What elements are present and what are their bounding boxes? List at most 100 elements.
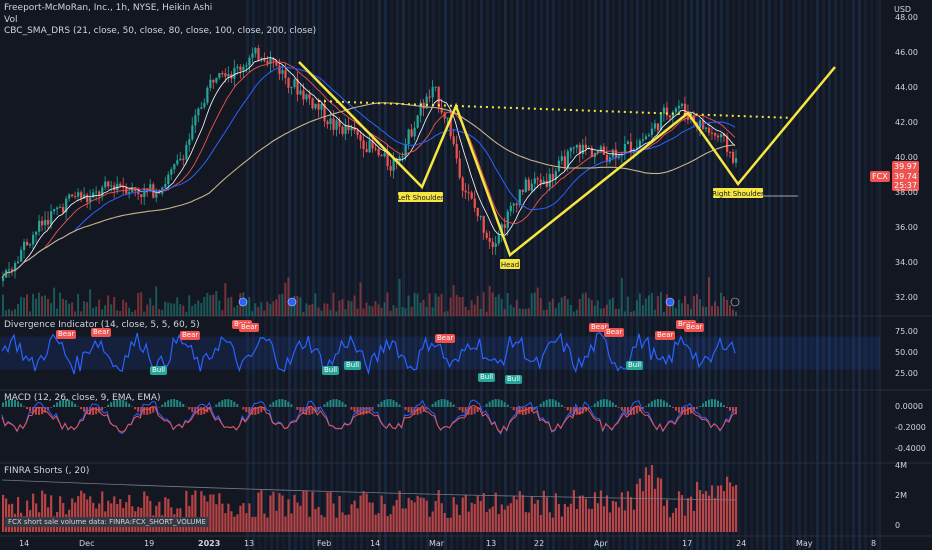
volume-bar (611, 297, 614, 316)
session-band (540, 0, 543, 550)
short-volume-bar (386, 516, 389, 532)
macd-histogram-bar (356, 407, 359, 414)
volume-bar (479, 308, 482, 316)
macd-histogram-bar (95, 407, 98, 415)
volume-bar (452, 285, 455, 316)
time-tick-label: 13 (244, 539, 255, 548)
session-band (654, 0, 657, 550)
short-volume-bar (680, 494, 684, 532)
volume-bar (299, 297, 302, 316)
macd-legend[interactable]: MACD (12, 26, close, 9, EMA, EMA) (4, 393, 161, 403)
short-volume-bar (422, 497, 425, 532)
volume-bar (719, 292, 722, 316)
session-band (828, 0, 831, 550)
short-volume-bar (710, 485, 714, 532)
candle-body (530, 183, 533, 191)
volume-bar (443, 311, 446, 316)
session-band (456, 0, 459, 550)
candle-body (140, 194, 143, 198)
volume-bar (278, 294, 281, 316)
short-volume-bar (557, 504, 560, 532)
short-volume-bar (668, 517, 672, 532)
candle-body (374, 148, 377, 150)
macd-histogram-bar (710, 399, 713, 407)
macd-histogram-bar (662, 400, 665, 407)
finra-tick-label: 2M (895, 491, 907, 500)
volume-bar (542, 309, 545, 316)
volume-bar (113, 296, 116, 316)
short-volume-bar (734, 484, 738, 532)
volume-bar (152, 305, 155, 316)
candle-body (107, 181, 110, 187)
chart-canvas[interactable]: Left Shoulder Head Right Shoulder (0, 0, 932, 550)
macd-histogram-bar (725, 407, 728, 409)
macd-histogram-bar (500, 400, 503, 407)
macd-histogram-bar (182, 403, 185, 407)
divergence-tick-label: 25.00 (895, 368, 918, 378)
volume-bar (338, 300, 341, 316)
volume-bar (488, 285, 491, 316)
divergence-tick-label: 50.00 (895, 348, 918, 357)
volume-bar (482, 292, 485, 316)
session-band (780, 0, 783, 550)
candle-body (281, 70, 284, 74)
time-tick-label: Mar (429, 539, 445, 548)
symbol-legend[interactable]: Freeport-McMoRan, Inc., 1h, NYSE, Heikin… (4, 3, 212, 13)
volume-bar (308, 304, 311, 316)
candle-body (110, 185, 113, 187)
main-price-pane[interactable] (1, 44, 740, 316)
candle-body (533, 178, 536, 184)
volume-bar (458, 296, 461, 316)
short-volume-bar (413, 502, 416, 532)
short-volume-bar (656, 477, 660, 532)
short-volume-bar (86, 499, 89, 532)
short-volume-bar (287, 499, 290, 532)
short-volume-bar (347, 514, 350, 532)
macd-histogram-bar (686, 407, 689, 415)
volume-legend[interactable]: Vol (4, 15, 17, 25)
volume-bar (38, 292, 41, 316)
candle-body (92, 192, 95, 198)
macd-histogram-bar (722, 405, 725, 407)
candle-body (203, 102, 206, 108)
finra-legend[interactable]: FINRA Shorts (, 20) (4, 466, 89, 476)
volume-bar (68, 303, 71, 316)
macd-histogram-bar (695, 407, 698, 409)
candle-body (176, 160, 179, 165)
macd-histogram-bar (329, 400, 332, 407)
session-band (252, 0, 255, 550)
macd-histogram-bar (407, 407, 410, 413)
session-band (546, 0, 549, 550)
volume-bar (260, 302, 263, 316)
short-volume-bar (545, 497, 548, 532)
volume-bar (464, 306, 467, 316)
macd-histogram-bar (593, 403, 596, 407)
short-volume-bar (215, 504, 218, 532)
volume-bar (365, 302, 368, 316)
volume-bar (167, 302, 170, 316)
candle-body (26, 241, 29, 246)
volume-bar (173, 303, 176, 316)
sma-legend[interactable]: CBC_SMA_DRS (21, close, 50, close, 80, c… (4, 26, 316, 36)
volume-bar (575, 309, 578, 316)
candle-body (95, 191, 98, 193)
volume-bar (590, 299, 593, 316)
macd-histogram-bar (386, 399, 389, 407)
short-volume-bar (440, 503, 443, 532)
price-tick-label: 44.00 (895, 82, 918, 92)
macd-histogram-bar (503, 402, 506, 407)
candle-body (326, 121, 329, 125)
candle-body (497, 235, 500, 244)
volume-bar (650, 292, 653, 316)
candle-body (446, 117, 449, 119)
volume-bar (272, 301, 275, 316)
macd-histogram-bar (563, 407, 566, 408)
volume-bar (281, 293, 284, 316)
macd-histogram-bar (416, 407, 419, 415)
short-volume-bar (293, 494, 296, 532)
macd-histogram-bar (56, 402, 59, 407)
session-band (264, 0, 267, 550)
candle-body (503, 224, 506, 228)
session-band (870, 0, 873, 550)
short-volume-bar (248, 503, 251, 532)
